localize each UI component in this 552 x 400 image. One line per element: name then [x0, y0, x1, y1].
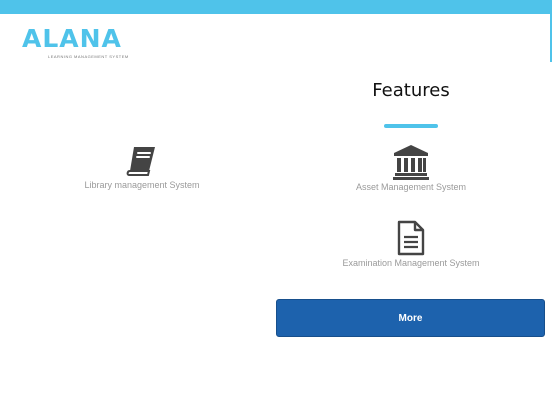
feature-label: Library management System: [84, 180, 200, 190]
feature-library[interactable]: Library management System: [72, 144, 212, 190]
feature-examination[interactable]: Examination Management System: [326, 220, 496, 268]
feature-label: Examination Management System: [342, 258, 480, 268]
title-underline: [384, 124, 438, 128]
logo-tagline: LEARNING MANAGEMENT SYSTEM: [48, 54, 129, 59]
header: ALANA LEARNING MANAGEMENT SYSTEM: [0, 14, 552, 62]
logo[interactable]: ALANA LEARNING MANAGEMENT SYSTEM: [22, 24, 128, 60]
feature-label: Asset Management System: [355, 182, 467, 192]
bank-icon: [393, 145, 429, 180]
more-button[interactable]: More: [276, 299, 545, 337]
logo-text: ALANA: [22, 24, 122, 53]
features-title: Features: [372, 80, 450, 101]
document-icon: [397, 220, 425, 256]
top-accent-bar: [0, 0, 552, 14]
feature-asset[interactable]: Asset Management System: [336, 144, 486, 192]
book-icon: [126, 147, 155, 176]
